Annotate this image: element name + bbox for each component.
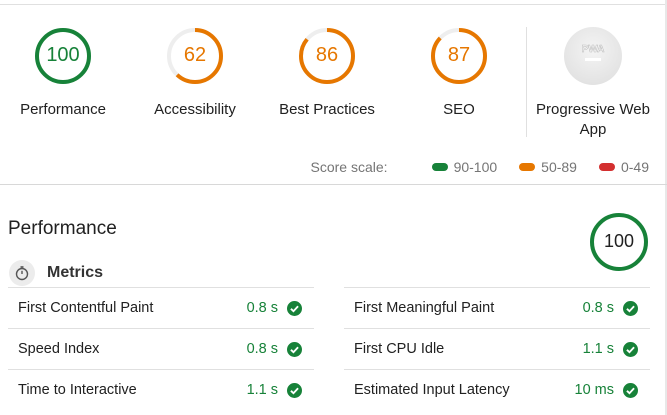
gauge-label: SEO	[443, 101, 475, 118]
metric-name: Time to Interactive	[18, 382, 137, 398]
score-scale-fail: 0-49	[598, 159, 649, 175]
gauge-score: 87	[447, 44, 471, 66]
gauge-label: Performance	[20, 101, 106, 118]
score-scale-title: Score scale:	[310, 159, 388, 175]
pass-pill-icon	[431, 163, 448, 171]
metrics-title: Metrics	[47, 264, 104, 281]
metric-value: 1.1 s	[582, 341, 614, 357]
score-scale-legend: Score scale: 90-100 50-89 0-49	[311, 159, 649, 175]
score-gauges: 100 Performance 62 Accessibility 86 Best…	[0, 0, 667, 185]
performance-score: 100	[603, 231, 635, 251]
metric-row[interactable]: First Contentful Paint 0.8 s	[8, 287, 314, 328]
gauge-score: 62	[183, 44, 207, 66]
gauge-best-practices[interactable]: 86 Best Practices	[261, 26, 393, 120]
pass-check-icon	[287, 301, 302, 316]
metric-row[interactable]: Estimated Input Latency 10 ms	[344, 369, 650, 410]
gauge-seo[interactable]: 87 SEO	[393, 26, 525, 120]
score-scale-fail-label: 0-49	[620, 159, 649, 175]
pwa-badge-icon: PWA	[564, 27, 622, 85]
metric-value: 0.8 s	[582, 300, 614, 316]
metric-row[interactable]: First CPU Idle 1.1 s	[344, 328, 650, 369]
score-scale-pass: 90-100	[431, 159, 498, 175]
gauge-score: 100	[46, 44, 80, 66]
metric-value: 0.8 s	[246, 341, 278, 357]
pass-check-icon	[287, 383, 302, 398]
metric-value: 0.8 s	[246, 300, 278, 316]
stopwatch-icon	[9, 260, 35, 286]
gauge-score: 86	[315, 44, 339, 66]
lighthouse-report: 100 Performance 62 Accessibility 86 Best…	[0, 0, 667, 415]
metric-name: First Meaningful Paint	[354, 300, 495, 316]
average-pill-icon	[519, 163, 536, 171]
gauge-label: Accessibility	[154, 101, 236, 118]
score-scale-pass-label: 90-100	[453, 159, 498, 175]
performance-score-gauge: 100	[589, 212, 649, 272]
metric-row[interactable]: Speed Index 0.8 s	[8, 328, 314, 369]
gauge-label: Best Practices	[279, 101, 375, 118]
metric-row[interactable]: Time to Interactive 1.1 s	[8, 369, 314, 410]
metric-name: Estimated Input Latency	[354, 382, 510, 398]
pass-check-icon	[623, 383, 638, 398]
metric-name: First CPU Idle	[354, 341, 445, 357]
fail-pill-icon	[598, 163, 615, 171]
metric-value: 1.1 s	[246, 382, 278, 398]
section-divider	[0, 184, 667, 185]
gauge-accessibility[interactable]: 62 Accessibility	[129, 26, 261, 120]
gauge-label: Progressive Web App	[536, 101, 650, 138]
pass-check-icon	[287, 342, 302, 357]
score-scale-average-label: 50-89	[541, 159, 577, 175]
metric-name: Speed Index	[18, 341, 100, 357]
pass-check-icon	[623, 342, 638, 357]
pwa-badge-text: PWA	[582, 44, 605, 55]
pass-check-icon	[623, 301, 638, 316]
performance-section-title: Performance	[8, 218, 117, 239]
metric-name: First Contentful Paint	[18, 300, 154, 316]
gauge-pwa[interactable]: PWA Progressive Web App	[527, 26, 659, 140]
score-scale-average: 50-89	[519, 159, 577, 175]
metric-value: 10 ms	[574, 382, 615, 398]
metric-row[interactable]: First Meaningful Paint 0.8 s	[344, 287, 650, 328]
metrics-header: Metrics	[9, 260, 103, 286]
gauge-performance[interactable]: 100 Performance	[0, 26, 129, 120]
metrics-column-right: First Meaningful Paint 0.8 s First CPU I…	[344, 287, 650, 410]
metrics-column-left: First Contentful Paint 0.8 s Speed Index…	[8, 287, 314, 410]
